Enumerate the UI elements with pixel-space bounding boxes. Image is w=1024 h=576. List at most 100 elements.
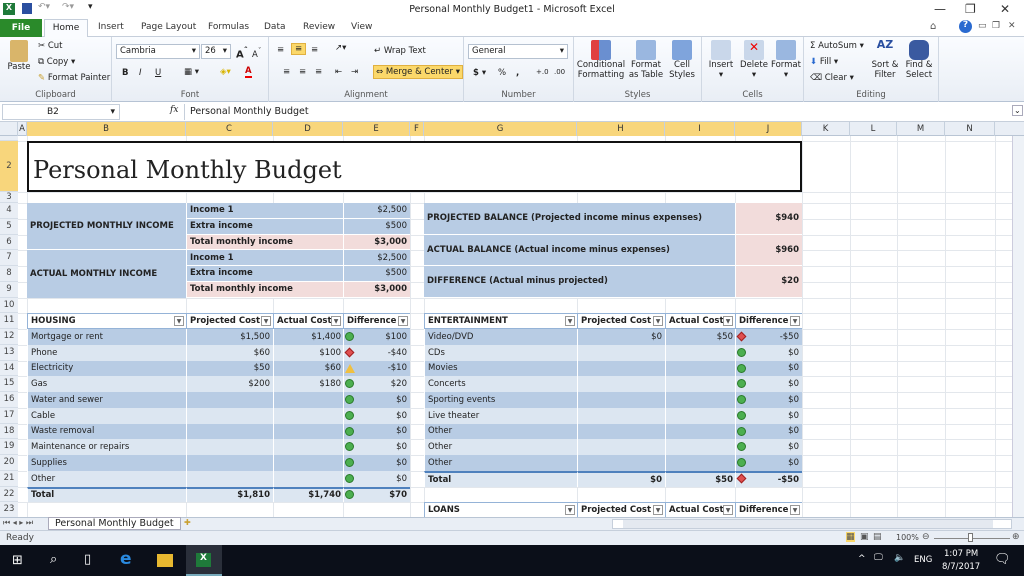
housing-actual-cost[interactable]: $1,740 <box>273 486 343 503</box>
wrap-text-button[interactable]: ↵ Wrap Text <box>374 46 426 56</box>
housing-projected-cost[interactable]: $200 <box>186 376 273 392</box>
underline-button[interactable]: U <box>155 68 161 78</box>
filter-dropdown-button[interactable]: ▼ <box>653 505 663 516</box>
projected-income-item-label[interactable]: Total monthly income <box>186 234 343 251</box>
housing-actual-cost[interactable] <box>273 407 343 424</box>
column-header-B[interactable]: B <box>27 122 186 136</box>
row-header-18[interactable]: 18 <box>0 423 18 440</box>
borders-button[interactable]: ▦ ▾ <box>184 67 199 77</box>
balance-value[interactable]: $940 <box>735 203 802 235</box>
windows-start-icon[interactable]: ⊞ <box>12 553 23 568</box>
loans-header-0[interactable]: LOANS <box>424 502 577 517</box>
housing-actual-cost[interactable] <box>273 423 343 440</box>
zoom-out-button[interactable]: ⊖ <box>922 532 930 542</box>
row-header-10[interactable]: 10 <box>0 297 18 314</box>
housing-row-item[interactable]: Other <box>27 470 186 487</box>
insert-sheet-icon[interactable]: ✚ <box>184 518 191 527</box>
column-header-I[interactable]: I <box>665 122 735 136</box>
column-header-M[interactable]: M <box>897 122 945 136</box>
column-header-F[interactable]: F <box>410 122 424 136</box>
row-header-20[interactable]: 20 <box>0 455 18 471</box>
entertainment-actual-cost[interactable] <box>665 344 735 361</box>
tab-insert[interactable]: Insert <box>98 22 124 32</box>
shrink-font-button[interactable]: Aˇ <box>252 46 261 60</box>
excel-taskbar-button[interactable]: X <box>186 545 222 576</box>
comma-button[interactable]: , <box>516 68 519 78</box>
entertainment-actual-cost[interactable] <box>665 423 735 440</box>
entertainment-row-item[interactable]: Other <box>424 455 577 471</box>
worksheet-grid[interactable]: 2 3 4 5 6 7 8 9 10 11 12 13 14 15 16 17 18 19 20 21 22 23 Pers… <box>0 136 1024 517</box>
actual-income-item-label[interactable]: Income 1 <box>186 250 343 266</box>
projected-income-item-value[interactable]: $2,500 <box>343 203 410 219</box>
projected-income-item-value[interactable]: $3,000 <box>343 234 410 251</box>
row-header-16[interactable]: 16 <box>0 392 18 408</box>
font-name-select[interactable]: Cambria ▾ <box>116 44 200 59</box>
horizontal-scrollbar[interactable] <box>612 519 1012 529</box>
show-hidden-icons[interactable]: ^ <box>858 554 866 564</box>
entertainment-projected-cost[interactable] <box>577 455 665 471</box>
zoom-in-button[interactable]: ⊕ <box>1012 532 1020 542</box>
column-header-C[interactable]: C <box>186 122 273 136</box>
language-indicator[interactable]: ENG <box>914 555 932 565</box>
bold-button[interactable]: B <box>122 68 128 78</box>
row-header-12[interactable]: 12 <box>0 329 18 345</box>
row-header-17[interactable]: 17 <box>0 407 18 424</box>
clock-time[interactable]: 1:07 PM <box>944 549 978 559</box>
decrease-indent-button[interactable]: ⇤ <box>335 67 342 77</box>
entertainment-projected-cost[interactable] <box>577 344 665 361</box>
minimize-button[interactable]: — <box>934 2 946 16</box>
housing-projected-cost[interactable] <box>186 470 273 487</box>
align-left-button[interactable]: ≡ <box>283 67 290 77</box>
entertainment-row-item[interactable]: Concerts <box>424 376 577 392</box>
formula-input[interactable]: Personal Monthly Budget <box>184 104 1010 120</box>
housing-row-item[interactable]: Water and sewer <box>27 392 186 408</box>
clear-button[interactable]: ⌫ Clear ▾ <box>810 73 854 83</box>
housing-projected-cost[interactable] <box>186 439 273 455</box>
balance-value[interactable]: $960 <box>735 234 802 266</box>
actual-income-item-value[interactable]: $3,000 <box>343 281 410 298</box>
font-color-button[interactable]: A <box>245 66 252 78</box>
file-explorer-icon[interactable] <box>157 554 173 567</box>
normal-view-button[interactable]: ▦ <box>846 532 855 542</box>
format-cells-button[interactable]: Format ▾ <box>770 40 802 80</box>
find-select-button[interactable]: Find & Select <box>902 40 936 80</box>
balance-label[interactable]: ACTUAL BALANCE (Actual income minus expe… <box>424 234 735 266</box>
balance-value[interactable]: $20 <box>735 266 802 298</box>
copy-button[interactable]: ⧉ Copy ▾ <box>38 57 75 67</box>
tab-view[interactable]: View <box>351 22 372 32</box>
balance-label[interactable]: DIFFERENCE (Actual minus projected) <box>424 266 735 298</box>
projected-income-label[interactable]: PROJECTED MONTHLY INCOME <box>27 203 186 251</box>
filter-dropdown-button[interactable]: ▼ <box>790 316 800 327</box>
delete-cells-button[interactable]: ✕ Delete ▾ <box>738 40 770 80</box>
entertainment-actual-cost[interactable] <box>665 360 735 377</box>
currency-button[interactable]: $ ▾ <box>473 68 486 78</box>
paste-button[interactable]: Paste <box>6 40 32 72</box>
housing-row-item[interactable]: Phone <box>27 344 186 361</box>
center-button[interactable]: ≡ <box>299 67 306 77</box>
housing-projected-cost[interactable]: $60 <box>186 344 273 361</box>
housing-row-item[interactable]: Supplies <box>27 455 186 471</box>
entertainment-total-label[interactable]: Total <box>424 470 577 487</box>
name-box[interactable]: B2 ▾ <box>2 104 120 120</box>
increase-indent-button[interactable]: ⇥ <box>351 67 358 77</box>
sheet-tab-personal-monthly-budget[interactable]: Personal Monthly Budget <box>48 517 181 530</box>
tab-file[interactable]: File <box>0 19 42 37</box>
page-break-view-button[interactable]: ▤ <box>873 532 882 542</box>
percent-button[interactable]: % <box>498 68 506 78</box>
entertainment-actual-cost[interactable] <box>665 376 735 392</box>
entertainment-row-item[interactable]: Other <box>424 439 577 455</box>
tab-data[interactable]: Data <box>264 22 286 32</box>
sheet-title-cell[interactable]: Personal Monthly Budget <box>27 141 802 192</box>
conditional-formatting-button[interactable]: Conditional Formatting <box>576 40 626 80</box>
entertainment-actual-cost[interactable]: $50 <box>665 470 735 487</box>
tab-formulas[interactable]: Formulas <box>208 22 249 32</box>
row-header-9[interactable]: 9 <box>0 281 18 298</box>
row-header-5[interactable]: 5 <box>0 218 18 235</box>
column-header-L[interactable]: L <box>850 122 897 136</box>
housing-actual-cost[interactable] <box>273 439 343 455</box>
vertical-scrollbar[interactable] <box>1012 136 1024 517</box>
entertainment-actual-cost[interactable] <box>665 455 735 471</box>
expand-formula-bar-icon[interactable]: ⌄ <box>1012 105 1023 116</box>
loans-header-1[interactable]: Projected Cost <box>577 502 665 517</box>
sheet-navigation-arrows[interactable]: ⏮ ◂ ▸ ⏭ <box>3 518 33 528</box>
